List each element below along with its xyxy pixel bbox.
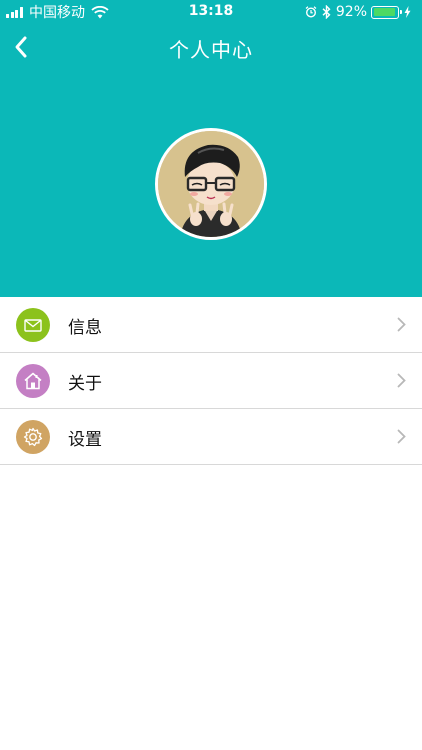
battery-level-fill bbox=[373, 8, 395, 16]
avatar-cartoon-image bbox=[158, 131, 264, 237]
menu-item-label: 信息 bbox=[68, 318, 102, 338]
menu-item-about[interactable]: 关于 bbox=[0, 353, 422, 409]
battery-percent: 92% bbox=[335, 4, 367, 20]
chevron-right-icon bbox=[397, 429, 406, 444]
avatar[interactable] bbox=[155, 128, 267, 240]
status-bar: 中国移动 13:18 92% bbox=[0, 0, 422, 24]
menu-item-message[interactable]: 信息 bbox=[0, 297, 422, 353]
bluetooth-icon bbox=[322, 5, 331, 19]
chevron-right-icon bbox=[397, 317, 406, 332]
chevron-right-icon bbox=[397, 373, 406, 388]
menu-item-settings[interactable]: 设置 bbox=[0, 409, 422, 465]
gear-icon bbox=[16, 420, 50, 454]
menu-list: 信息 关于 设置 bbox=[0, 297, 422, 465]
charging-icon bbox=[404, 6, 411, 18]
menu-item-label: 设置 bbox=[68, 430, 102, 450]
home-icon bbox=[16, 364, 50, 398]
menu-item-label: 关于 bbox=[68, 374, 102, 394]
page-title: 个人中心 bbox=[169, 38, 253, 62]
mail-icon bbox=[16, 308, 50, 342]
alarm-icon bbox=[305, 6, 317, 18]
profile-header: 中国移动 13:18 92% 个人中心 bbox=[0, 0, 422, 297]
nav-bar: 个人中心 bbox=[0, 24, 422, 70]
battery-icon bbox=[371, 5, 402, 19]
